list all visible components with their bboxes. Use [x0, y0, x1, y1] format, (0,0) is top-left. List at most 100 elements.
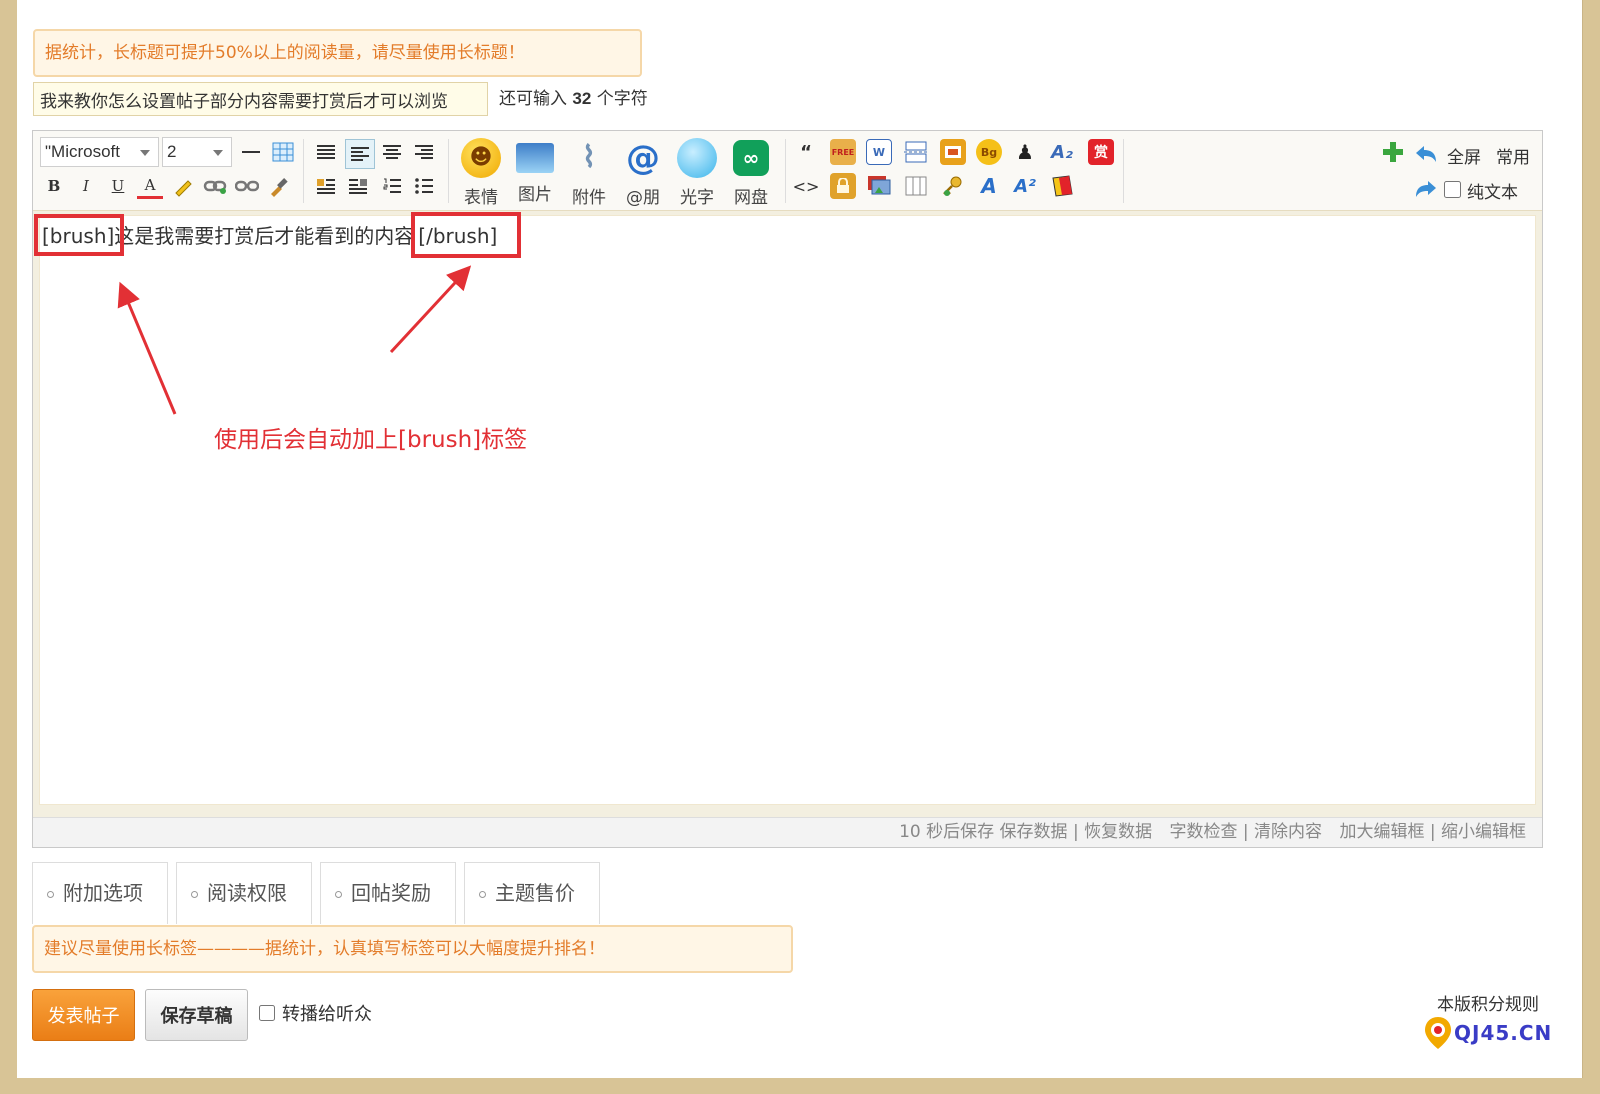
tab-topic-price[interactable]: 主题售价	[464, 862, 600, 924]
content-text-line: [brush]这是我需要打赏后才能看到的内容 [/brush]	[42, 220, 497, 249]
emoticon-button[interactable]: ☻ 表情	[456, 135, 506, 208]
italic-icon[interactable]: I	[73, 173, 99, 199]
content-body-text: 这是我需要打赏后才能看到的内容	[114, 224, 415, 248]
publish-post-button[interactable]: 发表帖子	[32, 989, 135, 1041]
attachment-button[interactable]: ⌇ 附件	[564, 135, 614, 208]
tab-extra-options[interactable]: 附加选项	[32, 862, 168, 924]
highlight-pen-icon[interactable]	[170, 173, 196, 199]
table-icon[interactable]	[270, 139, 296, 165]
editor-toolbar: "Microsoft 2 B I U A ☻ 表情 图片 ⌇ 附件 @ @朋 光…	[33, 131, 1542, 211]
tab-label: 阅读权限	[207, 881, 287, 905]
bullet-dot-icon	[335, 891, 342, 898]
status-separator: |	[1072, 822, 1079, 842]
tab-label: 主题售价	[495, 881, 575, 905]
editor-status-bar: 10 秒后保存 保存数据 | 恢复数据 字数检查 | 清除内容 加大编辑框 | …	[33, 817, 1542, 847]
chevron-down-icon	[213, 150, 223, 156]
float-left-icon[interactable]	[313, 173, 339, 199]
font-family-value: "Microsoft	[45, 142, 120, 161]
status-separator: |	[1242, 822, 1249, 842]
font-color-icon[interactable]: A	[137, 173, 163, 199]
background-color-icon[interactable]: Bg	[976, 139, 1002, 165]
netdisk-button[interactable]: ∞ 网盘	[726, 135, 776, 208]
link-icon[interactable]	[202, 173, 228, 199]
mention-button[interactable]: @ @朋	[618, 135, 668, 208]
toolbar-separator	[303, 139, 304, 203]
align-right-icon[interactable]	[411, 139, 437, 165]
font-style-icon[interactable]: A	[976, 173, 1002, 199]
ordered-list-icon[interactable]	[379, 173, 405, 199]
toolbar-separator	[1123, 139, 1124, 203]
restore-data-link[interactable]: 恢复数据	[1084, 822, 1152, 842]
board-points-rules-link[interactable]: 本版积分规则	[1437, 990, 1539, 1015]
forward-checkbox[interactable]	[259, 1005, 275, 1021]
word-paste-icon[interactable]: W	[866, 139, 892, 165]
clear-format-brush-icon[interactable]	[266, 173, 292, 199]
toolbar-separator	[785, 139, 786, 203]
title-input[interactable]	[33, 82, 488, 116]
font-family-select[interactable]: "Microsoft	[40, 137, 159, 167]
common-button[interactable]: 常用	[1496, 143, 1530, 168]
post-editor-page: 据统计，长标题可提升50%以上的阅读量，请尽量使用长标题！ 还可输入 32 个字…	[17, 0, 1583, 1078]
plaintext-checkbox[interactable]	[1444, 181, 1461, 198]
logo-pin-icon	[1425, 1017, 1451, 1049]
unlink-icon[interactable]	[234, 173, 260, 199]
attachment-label: 附件	[572, 188, 606, 208]
page-break-icon[interactable]	[903, 139, 929, 165]
smiley-icon: ☻	[461, 138, 501, 178]
underline-icon[interactable]: U	[105, 173, 131, 199]
title-char-counter: 还可输入 32 个字符	[499, 82, 648, 116]
unordered-list-icon[interactable]	[411, 173, 437, 199]
image-insert-icon[interactable]	[866, 173, 892, 199]
tab-read-permission[interactable]: 阅读权限	[176, 862, 312, 924]
columns-icon[interactable]	[903, 173, 929, 199]
forward-to-listeners[interactable]: 转播给听众	[259, 1000, 372, 1026]
brush-close-tag: [/brush]	[418, 224, 498, 248]
hide-lock-icon[interactable]	[830, 173, 856, 199]
save-draft-button[interactable]: 保存草稿	[145, 989, 248, 1041]
site-logo: QJ45.CN	[1422, 1015, 1552, 1051]
glow-text-label: 光字	[680, 188, 714, 208]
free-icon[interactable]: FREE	[830, 139, 856, 165]
align-center-icon[interactable]	[379, 139, 405, 165]
rich-text-editor: "Microsoft 2 B I U A ☻ 表情 图片 ⌇ 附件 @ @朋 光…	[32, 130, 1543, 848]
font-size-select[interactable]: 2	[162, 137, 232, 167]
save-data-link[interactable]: 保存数据	[1000, 822, 1068, 842]
float-right-icon[interactable]	[345, 173, 371, 199]
justify-icon[interactable]	[313, 139, 339, 165]
subscript-icon[interactable]: A₂	[1049, 139, 1075, 165]
code-icon[interactable]: <>	[793, 173, 820, 199]
at-sign-icon: @	[626, 138, 660, 178]
netdisk-label: 网盘	[734, 188, 768, 208]
align-left-icon[interactable]	[345, 139, 375, 169]
sticker-icon[interactable]	[1049, 173, 1075, 199]
counter-count: 32	[572, 89, 592, 108]
light-bulb-icon	[677, 138, 717, 178]
glow-text-button[interactable]: 光字	[672, 135, 722, 208]
clear-content-link[interactable]: 清除内容	[1254, 822, 1322, 842]
quote-icon[interactable]: “	[793, 139, 819, 165]
image-button[interactable]: 图片	[510, 135, 560, 207]
word-count-link[interactable]: 字数检查	[1170, 822, 1238, 842]
reward-icon[interactable]: 赏	[1088, 139, 1114, 165]
forward-label: 转播给听众	[282, 1004, 372, 1025]
shrink-editor-link[interactable]: 缩小编辑框	[1441, 822, 1526, 842]
undo-icon[interactable]	[1413, 141, 1439, 167]
bullet-dot-icon	[479, 891, 486, 898]
tab-reply-reward[interactable]: 回帖奖励	[320, 862, 456, 924]
bold-icon[interactable]: B	[41, 173, 67, 199]
password-key-icon[interactable]	[940, 173, 966, 199]
mention-label: @朋	[626, 188, 660, 208]
editor-content-area[interactable]: [brush]这是我需要打赏后才能看到的内容 [/brush]	[39, 215, 1536, 805]
counter-suffix: 个字符	[596, 89, 648, 109]
redo-icon[interactable]	[1413, 176, 1439, 202]
horizontal-rule-icon[interactable]	[238, 139, 264, 165]
superscript-icon[interactable]: A²	[1012, 173, 1038, 199]
enlarge-editor-link[interactable]: 加大编辑框	[1339, 822, 1424, 842]
fullscreen-button[interactable]: 全屏	[1447, 143, 1481, 168]
qq-penguin-icon[interactable]: ♟	[1012, 139, 1038, 165]
bullet-dot-icon	[191, 891, 198, 898]
tag-folder-icon[interactable]	[940, 139, 966, 165]
add-plus-icon[interactable]	[1380, 139, 1406, 165]
font-size-value: 2	[167, 142, 177, 161]
image-label: 图片	[518, 185, 552, 205]
